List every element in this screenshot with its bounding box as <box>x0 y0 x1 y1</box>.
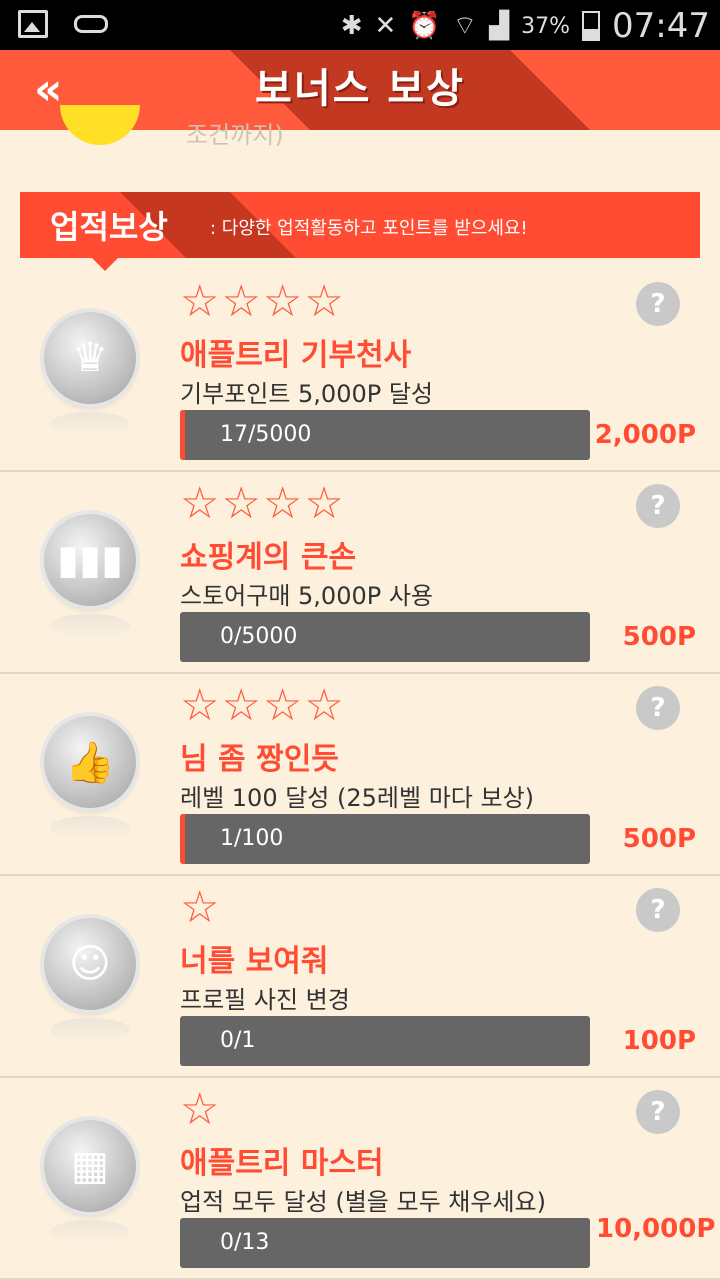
achievement-title: 너를 보여줘 <box>180 944 329 979</box>
progress-fill <box>180 814 185 864</box>
achievement-row[interactable]: ▮▮▮ ☆☆☆☆ ? 쇼핑계의 큰손 스토어구매 5,000P 사용 0/500… <box>0 472 720 674</box>
reward-points: 2,000P <box>594 420 696 450</box>
status-bar: ✱ ✕ ⏰ ⌔ ▟ 37% 07:47 <box>0 0 720 50</box>
star-rating: ☆ <box>180 882 222 933</box>
thumbs-up-badge-icon: 👍 <box>44 716 136 808</box>
help-button[interactable]: ? <box>636 282 680 326</box>
achievement-row[interactable]: ♛ ☆☆☆☆ ? 애플트리 기부천사 기부포인트 5,000P 달성 17/50… <box>0 270 720 472</box>
gallery-icon <box>18 10 48 38</box>
progress-bar: 17/5000 <box>180 410 590 460</box>
achievement-title: 애플트리 기부천사 <box>180 338 412 373</box>
reward-points: 500P <box>622 622 696 652</box>
crown-badge-icon: ♛ <box>44 312 136 404</box>
progress-text: 0/1 <box>220 1028 256 1053</box>
clock: 07:47 <box>612 6 710 46</box>
progress-bar: 0/1 <box>180 1016 590 1066</box>
smile-sun-badge-icon: ☺ <box>44 918 136 1010</box>
document-badge-icon: ▦ <box>44 1120 136 1212</box>
achievement-description: 레벨 100 달성 (25레벨 마다 보상) <box>180 784 535 812</box>
achievement-description: 스토어구매 5,000P 사용 <box>180 582 433 610</box>
reward-points: 100P <box>622 1026 696 1056</box>
wifi-icon: ⌔ <box>452 11 478 41</box>
achievement-description: 기부포인트 5,000P 달성 <box>180 380 433 408</box>
star-rating: ☆☆☆☆ <box>180 478 346 529</box>
reward-points: 10,000P <box>596 1214 716 1244</box>
achievement-title: 쇼핑계의 큰손 <box>180 540 357 575</box>
previous-item-text: 조건까지) <box>186 121 284 149</box>
section-subtitle: : 다양한 업적활동하고 포인트를 받으세요! <box>210 218 528 239</box>
reward-points: 500P <box>622 824 696 854</box>
mute-icon: ✕ <box>374 11 397 41</box>
progress-bar: 0/5000 <box>180 612 590 662</box>
bar-chart-badge-icon: ▮▮▮ <box>44 514 136 606</box>
signal-icon: ▟ <box>489 11 510 41</box>
achievement-section-banner: 업적보상 : 다양한 업적활동하고 포인트를 받으세요! <box>20 192 700 258</box>
achievement-row[interactable]: ▦ ☆ ? 애플트리 마스터 업적 모두 달성 (별을 모두 채우세요) 0/1… <box>0 1078 720 1280</box>
drive-icon <box>74 15 108 33</box>
bluetooth-icon: ✱ <box>340 11 363 41</box>
progress-bar: 0/13 <box>180 1218 590 1268</box>
previous-badge <box>60 105 140 145</box>
help-button[interactable]: ? <box>636 686 680 730</box>
achievement-title: 애플트리 마스터 <box>180 1146 384 1181</box>
achievement-row[interactable]: 👍 ☆☆☆☆ ? 님 좀 짱인듯 레벨 100 달성 (25레벨 마다 보상) … <box>0 674 720 876</box>
badge-reflection <box>50 614 130 638</box>
achievement-description: 프로필 사진 변경 <box>180 986 350 1014</box>
star-rating: ☆ <box>180 1084 222 1135</box>
progress-text: 17/5000 <box>220 422 312 447</box>
help-button[interactable]: ? <box>636 1090 680 1134</box>
battery-percent: 37% <box>521 13 571 39</box>
star-rating: ☆☆☆☆ <box>180 276 346 327</box>
progress-bar: 1/100 <box>180 814 590 864</box>
badge-reflection <box>50 816 130 840</box>
progress-text: 1/100 <box>220 826 284 851</box>
progress-text: 0/13 <box>220 1230 270 1255</box>
achievement-list: ♛ ☆☆☆☆ ? 애플트리 기부천사 기부포인트 5,000P 달성 17/50… <box>0 270 720 1280</box>
badge-reflection <box>50 412 130 436</box>
achievement-row[interactable]: ☺ ☆ ? 너를 보여줘 프로필 사진 변경 0/1 100P <box>0 876 720 1078</box>
badge-reflection <box>50 1018 130 1042</box>
progress-fill <box>180 410 185 460</box>
star-rating: ☆☆☆☆ <box>180 680 346 731</box>
badge-reflection <box>50 1220 130 1244</box>
help-button[interactable]: ? <box>636 888 680 932</box>
battery-icon <box>582 11 601 41</box>
progress-text: 0/5000 <box>220 624 298 649</box>
help-button[interactable]: ? <box>636 484 680 528</box>
achievement-title: 님 좀 짱인듯 <box>180 742 339 777</box>
alarm-icon: ⏰ <box>408 11 441 41</box>
section-title: 업적보상 <box>50 208 168 246</box>
achievement-description: 업적 모두 달성 (별을 모두 채우세요) <box>180 1188 546 1216</box>
